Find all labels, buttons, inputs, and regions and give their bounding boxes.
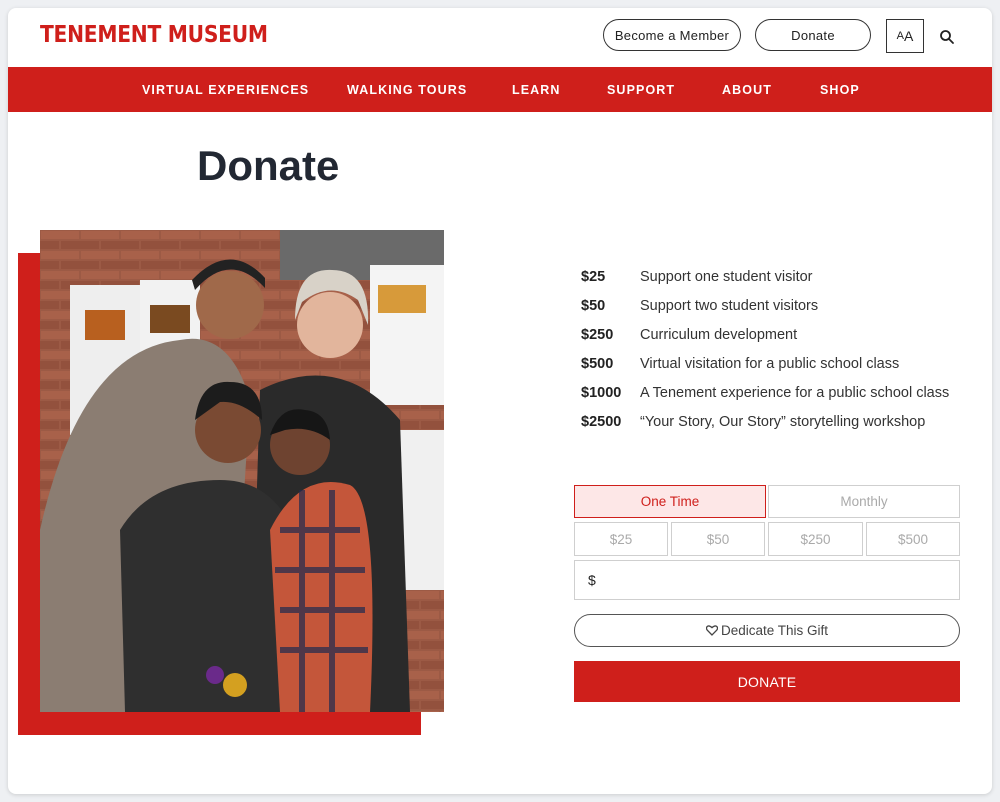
preset-amount-50[interactable]: $50 — [671, 522, 765, 556]
preset-amount-25[interactable]: $25 — [574, 522, 668, 556]
giving-level-row: $250 Curriculum development — [581, 324, 981, 346]
giving-level-amount: $1000 — [581, 385, 622, 401]
header-donate-button[interactable]: Donate — [755, 19, 871, 51]
text-size-toggle[interactable]: AA — [886, 19, 924, 53]
nav-support[interactable]: SUPPORT — [607, 67, 675, 112]
giving-level-amount: $2500 — [581, 414, 622, 430]
nav-walking-tours[interactable]: WALKING TOURS — [347, 67, 467, 112]
dedicate-gift-button[interactable]: Dedicate This Gift — [574, 614, 960, 647]
giving-level-amount: $250 — [581, 327, 614, 343]
giving-level-row: $500 Virtual visitation for a public sch… — [581, 353, 981, 375]
preset-amount-250[interactable]: $250 — [768, 522, 863, 556]
giving-level-row: $2500 “Your Story, Our Story” storytelli… — [581, 411, 981, 433]
custom-amount-field[interactable]: $ — [574, 560, 960, 600]
site-logo[interactable]: TENEMENT MUSEUM — [40, 22, 268, 48]
giving-level-amount: $50 — [581, 298, 606, 314]
giving-level-amount: $500 — [581, 356, 614, 372]
nav-virtual-experiences[interactable]: VIRTUAL EXPERIENCES — [142, 67, 309, 112]
heart-icon — [705, 625, 718, 636]
text-size-big-a: A — [904, 28, 914, 44]
giving-level-row: $50 Support two student visitors — [581, 295, 981, 317]
giving-level-description: A Tenement experience for a public schoo… — [640, 385, 950, 401]
giving-level-description: Support one student visitor — [640, 269, 813, 285]
family-photo — [40, 230, 444, 712]
giving-level-description: Curriculum development — [640, 327, 798, 343]
donate-submit-button[interactable]: DONATE — [574, 661, 960, 702]
giving-levels-list: $25 Support one student visitor $50 Supp… — [581, 266, 981, 440]
nav-shop[interactable]: SHOP — [820, 67, 860, 112]
giving-level-description: Support two student visitors — [640, 298, 819, 314]
page-card: TENEMENT MUSEUM Become a Member Donate A… — [8, 8, 992, 794]
preset-amount-500[interactable]: $500 — [866, 522, 960, 556]
currency-symbol: $ — [588, 572, 596, 588]
search-icon[interactable] — [939, 29, 955, 45]
giving-level-row: $25 Support one student visitor — [581, 266, 981, 288]
nav-about[interactable]: ABOUT — [722, 67, 772, 112]
main-nav: VIRTUAL EXPERIENCES WALKING TOURS LEARN … — [8, 67, 992, 112]
giving-level-description: “Your Story, Our Story” storytelling wor… — [640, 414, 926, 430]
nav-learn[interactable]: LEARN — [512, 67, 561, 112]
giving-level-description: Virtual visitation for a public school c… — [640, 356, 900, 372]
text-size-small-a: A — [896, 30, 904, 42]
one-time-tab[interactable]: One Time — [574, 485, 766, 518]
dedicate-gift-label: Dedicate This Gift — [720, 623, 829, 638]
become-member-button[interactable]: Become a Member — [603, 19, 741, 51]
giving-level-row: $1000 A Tenement experience for a public… — [581, 382, 981, 404]
giving-level-amount: $25 — [581, 269, 606, 285]
monthly-tab[interactable]: Monthly — [768, 485, 960, 518]
page-title: Donate — [197, 142, 340, 189]
